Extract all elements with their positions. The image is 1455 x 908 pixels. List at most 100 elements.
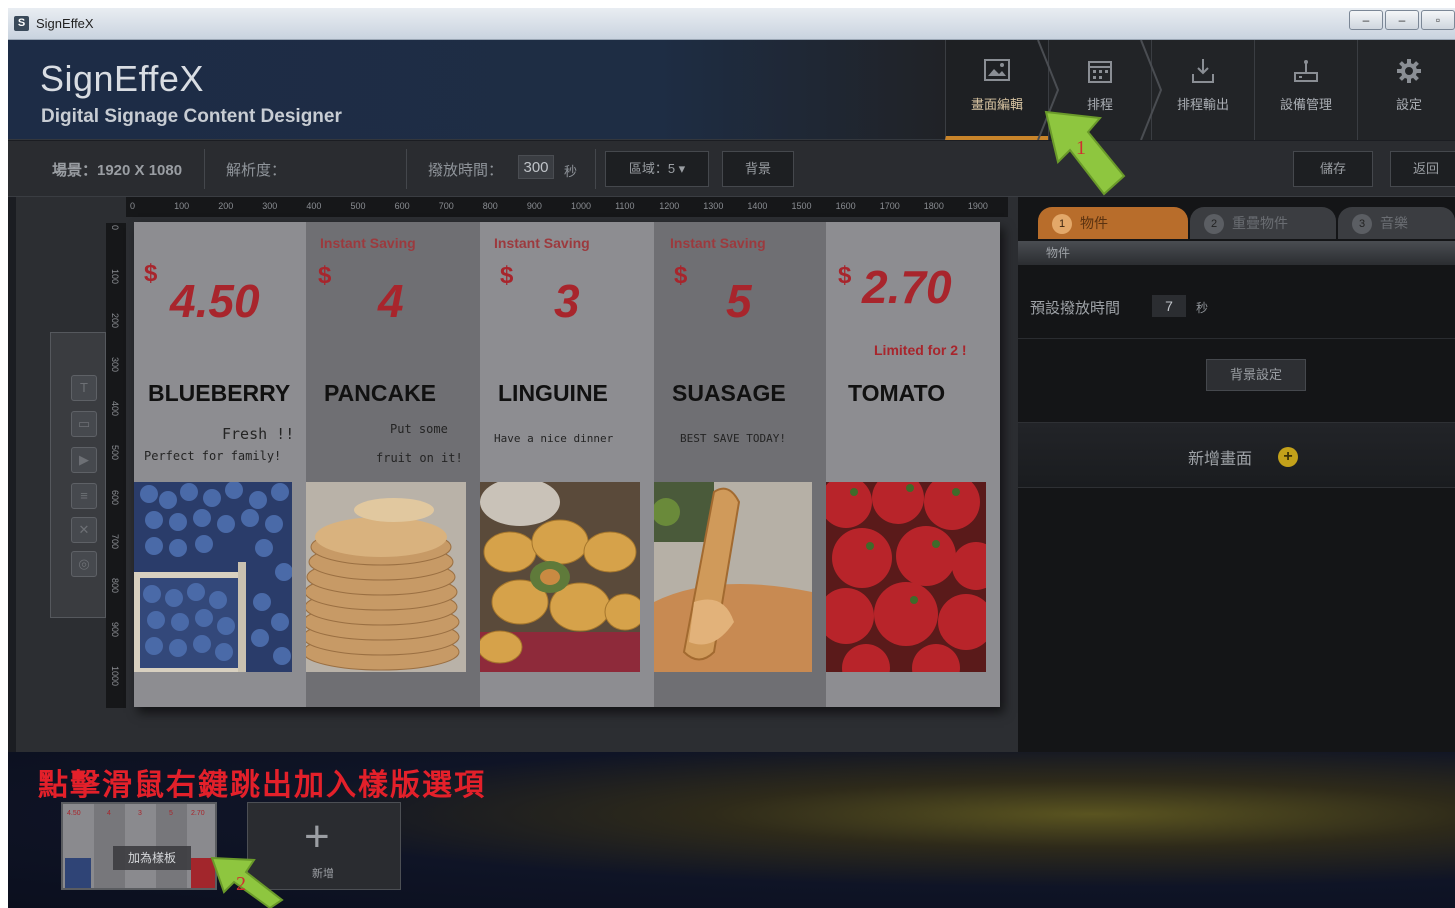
ruler-tick-label: 1700 <box>879 201 900 211</box>
instant-saving-label: Instant Saving <box>320 235 416 251</box>
pancakes-image <box>306 482 466 672</box>
ruler-tick-label: 800 <box>482 201 498 211</box>
add-screen-label: 新增畫面 <box>1188 451 1253 468</box>
tab-music[interactable]: 3 音樂 <box>1338 207 1455 239</box>
ruler-tick-label: 0 <box>130 201 136 211</box>
product-name: LINGUINE <box>498 380 608 406</box>
play-time-input[interactable]: 300 <box>518 155 554 179</box>
back-button[interactable]: 返回 <box>1390 151 1455 187</box>
ruler-tick-label: 200 <box>110 313 120 329</box>
ruler-tick-label: 100 <box>174 201 190 211</box>
price: 4.50 <box>170 275 260 327</box>
tab-overlay-objects[interactable]: 2 重疊物件 <box>1190 207 1336 239</box>
window-title: SignEffeX <box>36 16 94 31</box>
flash-tool-icon[interactable]: ✕ <box>71 517 97 543</box>
ruler-tick-label: 800 <box>110 577 120 593</box>
ruler-tick-label: 600 <box>110 489 120 505</box>
maximize-button[interactable]: ▫ <box>1421 10 1455 30</box>
context-menu-add-as-template[interactable]: 加為樣板 <box>113 846 191 870</box>
dollar-sign: $ <box>674 262 688 289</box>
ruler-tick-label: 500 <box>350 201 366 211</box>
thumb-image <box>65 858 91 888</box>
nav-label: 畫面編輯 <box>970 97 1023 112</box>
product-desc-line1: BEST SAVE TODAY! <box>680 432 786 445</box>
tab-label: 重疊物件 <box>1232 215 1288 231</box>
region-dropdown[interactable]: 區域：5 ▾ <box>605 151 709 187</box>
thumb-price: 3 <box>138 810 142 817</box>
background-settings-button[interactable]: 背景設定 <box>1206 359 1306 391</box>
product-desc-line1: Fresh !! <box>222 425 295 443</box>
price: 2.70 <box>862 261 952 313</box>
product-panel[interactable]: Instant Saving $ 4 PANCAKE Put some frui… <box>306 222 480 707</box>
annotation-number: 2 <box>236 873 246 895</box>
toolbar-divider <box>406 149 407 189</box>
save-button[interactable]: 儲存 <box>1293 151 1373 187</box>
image-tool-icon[interactable]: ▭ <box>71 411 97 437</box>
vertical-ruler: 0 100 200 300 400 500 600 700 800 900 1000 <box>106 223 126 708</box>
product-desc-line2: Perfect for family! <box>144 449 282 463</box>
calendar-icon <box>1085 56 1115 86</box>
ruler-tick-label: 700 <box>110 533 120 549</box>
nav-device-management[interactable]: 設備管理 <box>1254 40 1357 140</box>
product-panel[interactable]: $ 2.70 Limited for 2 ! TOMATO <box>826 222 1000 707</box>
product-name: SUASAGE <box>672 380 786 406</box>
product-panel[interactable]: $ 4.50 BLUEBERRY Fresh !! Perfect for fa… <box>134 222 306 707</box>
instruction-annotation: 點擊滑鼠右鍵跳出加入樣版選項 <box>38 768 486 803</box>
video-tool-icon[interactable]: ▶ <box>71 447 97 473</box>
nav-settings[interactable]: 設定 <box>1357 40 1455 140</box>
product-name: TOMATO <box>848 380 946 406</box>
nav-label: 排程輸出 <box>1176 97 1229 112</box>
background-button[interactable]: 背景 <box>722 151 794 187</box>
add-screen-row[interactable]: 新增畫面 + <box>1018 422 1455 488</box>
properties-panel: 1 物件 2 重疊物件 3 音樂 物件 預設撥放時間 7 秒 背景設定 新增畫面 + <box>1018 197 1455 752</box>
nav-schedule-export[interactable]: 排程輸出 <box>1151 40 1254 140</box>
tab-objects[interactable]: 1 物件 <box>1038 207 1188 239</box>
ruler-tick-label: 700 <box>438 201 454 211</box>
window-titlebar[interactable]: S SignEffeX ‒ ‒ ▫ <box>8 8 1455 40</box>
product-panel[interactable]: Instant Saving $ 3 LINGUINE Have a nice … <box>480 222 654 707</box>
annotation-arrow-2: 2 <box>210 856 284 908</box>
app-header: SignEffeX Digital Signage Content Design… <box>8 40 1455 140</box>
default-play-time-input[interactable]: 7 <box>1152 295 1186 317</box>
nav-label: 設定 <box>1395 97 1422 112</box>
toolbar-divider <box>204 149 205 189</box>
add-new-label: 新增 <box>312 868 334 880</box>
web-tool-icon[interactable]: ◎ <box>71 551 97 577</box>
ruler-tick-label: 400 <box>110 401 120 417</box>
tab-number: 1 <box>1052 214 1072 235</box>
annotation-arrow-1: 1 <box>1044 110 1126 196</box>
objects-section-header[interactable]: 物件 <box>1018 241 1455 265</box>
ruler-tick-label: 0 <box>110 225 120 231</box>
signage-canvas[interactable]: $ 4.50 BLUEBERRY Fresh !! Perfect for fa… <box>134 222 1000 707</box>
dollar-sign: $ <box>318 262 332 289</box>
annotation-number: 1 <box>1076 137 1086 159</box>
design-canvas-area: 0 100 200 300 400 500 600 700 800 900 1000 1100 1200… <box>16 197 1018 752</box>
nav-screen-edit[interactable]: 畫面編輯 <box>945 40 1060 140</box>
ruler-tick-label: 1800 <box>923 201 944 211</box>
ruler-tick-label: 1400 <box>747 201 768 211</box>
minimize-button[interactable]: ‒ <box>1349 10 1383 30</box>
dollar-sign: $ <box>144 260 158 287</box>
ruler-tick-label: 1200 <box>659 201 680 211</box>
instant-saving-label: Instant Saving <box>670 235 766 251</box>
scene-size-label: 場景：1920 X 1080 <box>52 162 183 179</box>
app-logo: SignEffeX <box>40 58 204 99</box>
screen-thumbnail[interactable]: 4.50 4 3 5 2.70 加為樣板 <box>61 802 217 890</box>
blueberries-image <box>134 482 292 672</box>
properties-tabs: 1 物件 2 重疊物件 3 音樂 <box>1018 207 1455 241</box>
pasta-image <box>480 482 640 672</box>
default-play-time-label: 預設撥放時間 <box>1030 300 1121 317</box>
restore-button[interactable]: ‒ <box>1385 10 1419 30</box>
tool-palette: T ▭ ▶ ≡ ✕ ◎ <box>50 332 106 618</box>
ruler-tick-label: 900 <box>110 621 120 637</box>
ruler-tick-label: 1000 <box>571 201 592 211</box>
add-icon[interactable]: + <box>1278 447 1298 467</box>
default-play-time-row: 預設撥放時間 7 秒 <box>1018 269 1455 339</box>
toolbar: 場景：1920 X 1080 解析度： 撥放時間： 300 秒 區域：5 ▾ 背… <box>8 141 1455 197</box>
ruler-tick-label: 1900 <box>967 201 988 211</box>
horizontal-ruler: 0 100 200 300 400 500 600 700 800 900 1000 1100 1200… <box>126 197 1008 217</box>
play-time-label: 撥放時間： <box>428 162 504 179</box>
product-panel[interactable]: Instant Saving $ 5 SUASAGE BEST SAVE TOD… <box>654 222 826 707</box>
text-tool-icon[interactable]: T <box>71 375 97 401</box>
rss-tool-icon[interactable]: ≡ <box>71 483 97 509</box>
